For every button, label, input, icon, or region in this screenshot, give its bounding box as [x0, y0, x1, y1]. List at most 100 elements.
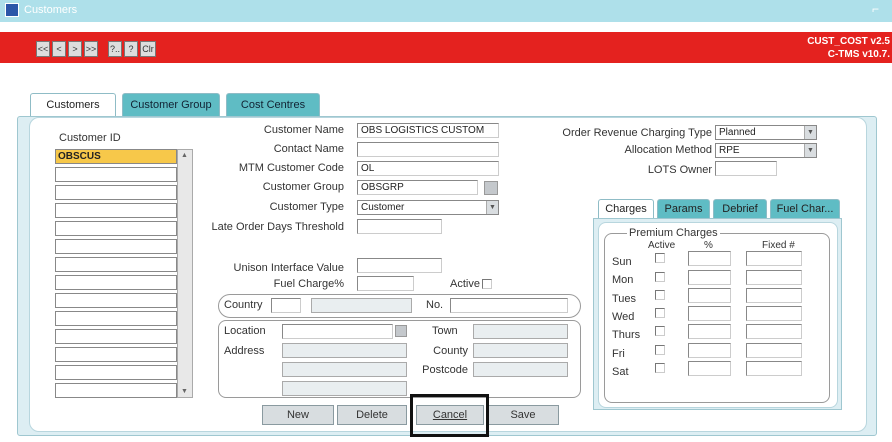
sat-active-checkbox[interactable] — [655, 363, 665, 373]
tab-fuel-charges[interactable]: Fuel Char... — [770, 199, 840, 219]
customer-id-row[interactable] — [55, 311, 177, 326]
save-button[interactable]: Save — [487, 405, 559, 425]
customer-type-select[interactable]: Customer ▼ — [357, 200, 499, 215]
thurs-percent-field[interactable] — [688, 324, 731, 339]
customer-list-scrollbar[interactable]: ▲ ▼ — [177, 149, 193, 398]
address-line-1 — [282, 343, 407, 358]
next-record-button[interactable]: > — [68, 41, 82, 57]
fixed-column-header: Fixed # — [762, 240, 795, 251]
county-label: County — [433, 345, 468, 357]
location-field[interactable] — [282, 324, 393, 339]
fri-active-checkbox[interactable] — [655, 345, 665, 355]
title-bar: Customers ⌐ — [0, 0, 892, 22]
fuel-charge-field[interactable] — [357, 276, 414, 291]
chevron-down-icon[interactable]: ▼ — [804, 144, 816, 157]
country-name-field — [311, 298, 412, 313]
contact-name-field[interactable] — [357, 142, 499, 157]
order-revenue-select[interactable]: Planned ▼ — [715, 125, 817, 140]
tab-customers[interactable]: Customers — [30, 93, 116, 118]
no-label: No. — [426, 299, 444, 311]
day-label: Sun — [612, 256, 632, 268]
app-icon — [5, 3, 19, 17]
day-label: Mon — [612, 274, 634, 286]
customer-id-row[interactable] — [55, 185, 177, 200]
window-title: Customers — [24, 4, 78, 16]
tues-active-checkbox[interactable] — [655, 290, 665, 300]
tab-customer-group[interactable]: Customer Group — [122, 93, 220, 117]
customer-group-lookup-button[interactable] — [484, 181, 498, 195]
customer-name-label: Customer Name — [263, 124, 344, 136]
wed-fixed-field[interactable] — [746, 306, 802, 321]
wed-active-checkbox[interactable] — [655, 308, 665, 318]
allocation-method-select[interactable]: RPE ▼ — [715, 143, 817, 158]
first-record-button[interactable]: << — [36, 41, 50, 57]
minimize-icon[interactable]: ⌐ — [872, 2, 879, 16]
thurs-active-checkbox[interactable] — [655, 326, 665, 336]
new-button[interactable]: New — [262, 405, 334, 425]
customer-id-row[interactable] — [55, 167, 177, 182]
customer-id-row[interactable] — [55, 257, 177, 272]
help-button[interactable]: ? — [124, 41, 138, 57]
premium-charges-title: Premium Charges — [627, 227, 720, 239]
sun-active-checkbox[interactable] — [655, 253, 665, 263]
address-line-2 — [282, 362, 407, 377]
tues-percent-field[interactable] — [688, 288, 731, 303]
customer-id-row[interactable] — [55, 203, 177, 218]
location-lookup-button[interactable] — [395, 325, 407, 337]
customer-id-row[interactable] — [55, 221, 177, 236]
mon-fixed-field[interactable] — [746, 270, 802, 285]
clear-button[interactable]: Clr — [140, 41, 156, 57]
list-help-button[interactable]: ?.. — [108, 41, 122, 57]
fri-fixed-field[interactable] — [746, 343, 802, 358]
sun-fixed-field[interactable] — [746, 251, 802, 266]
chevron-down-icon[interactable]: ▼ — [486, 201, 498, 214]
tab-charges[interactable]: Charges — [598, 199, 654, 219]
customer-id-row[interactable] — [55, 329, 177, 344]
chevron-down-icon[interactable]: ▼ — [804, 126, 816, 139]
scroll-up-icon[interactable]: ▲ — [181, 152, 188, 159]
mon-percent-field[interactable] — [688, 270, 731, 285]
customer-id-row[interactable] — [55, 365, 177, 380]
country-label: Country — [224, 299, 263, 311]
mon-active-checkbox[interactable] — [655, 272, 665, 282]
customer-group-label: Customer Group — [262, 181, 344, 193]
mtm-customer-code-field[interactable]: OL — [357, 161, 499, 176]
day-label: Sat — [612, 366, 629, 378]
no-field[interactable] — [450, 298, 568, 313]
customer-id-row[interactable] — [55, 347, 177, 362]
version-line-1: CUST_COST v2.5 — [807, 36, 890, 47]
tab-cost-centres[interactable]: Cost Centres — [226, 93, 320, 117]
scroll-down-icon[interactable]: ▼ — [181, 388, 188, 395]
customer-id-row[interactable] — [55, 293, 177, 308]
customer-id-row-selected[interactable]: OBSCUS — [55, 149, 177, 164]
country-code-field[interactable] — [271, 298, 301, 313]
customer-id-row[interactable] — [55, 383, 177, 398]
postcode-field — [473, 362, 568, 377]
day-label: Thurs — [612, 329, 641, 341]
fri-percent-field[interactable] — [688, 343, 731, 358]
wed-percent-field[interactable] — [688, 306, 731, 321]
thurs-fixed-field[interactable] — [746, 324, 802, 339]
customer-type-value: Customer — [361, 202, 405, 213]
delete-button[interactable]: Delete — [337, 405, 407, 425]
last-record-button[interactable]: >> — [84, 41, 98, 57]
lots-owner-label: LOTS Owner — [647, 164, 712, 176]
sun-percent-field[interactable] — [688, 251, 731, 266]
allocation-method-value: RPE — [719, 145, 740, 156]
customer-name-field[interactable]: OBS LOGISTICS CUSTOM — [357, 123, 499, 138]
customer-id-row[interactable] — [55, 275, 177, 290]
tues-fixed-field[interactable] — [746, 288, 802, 303]
active-checkbox[interactable] — [482, 279, 492, 289]
sat-percent-field[interactable] — [688, 361, 731, 376]
sat-fixed-field[interactable] — [746, 361, 802, 376]
unison-interface-field[interactable] — [357, 258, 442, 273]
day-label: Fri — [612, 348, 625, 360]
customer-group-field[interactable]: OBSGRP — [357, 180, 478, 195]
lots-owner-field[interactable] — [715, 161, 777, 176]
tab-debrief[interactable]: Debrief — [713, 199, 767, 219]
late-order-days-field[interactable] — [357, 219, 442, 234]
customer-id-row[interactable] — [55, 239, 177, 254]
prev-record-button[interactable]: < — [52, 41, 66, 57]
tab-params[interactable]: Params — [657, 199, 710, 219]
unison-interface-label: Unison Interface Value — [233, 262, 344, 274]
